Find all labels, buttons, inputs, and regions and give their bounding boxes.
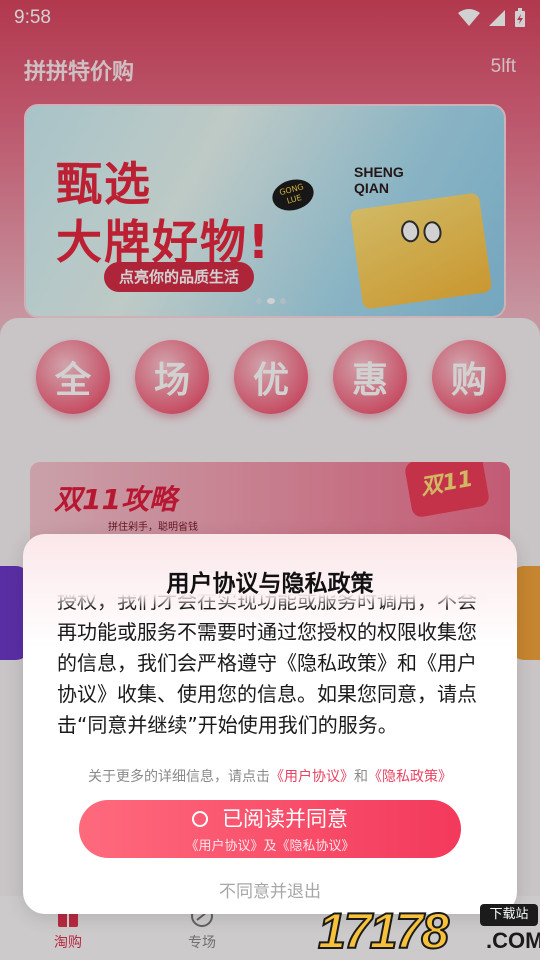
dialog-body-text: 授权，我们才会在实现功能或服务时调用，不会再功能或服务不需要时通过您授权的权限收… bbox=[57, 594, 477, 737]
dialog-title: 用户协议与隐私政策 bbox=[166, 571, 374, 597]
watermark-download: 下载站 bbox=[480, 904, 538, 926]
watermark-domain: .COM bbox=[486, 928, 540, 953]
agree-label: 已阅读并同意 bbox=[222, 807, 348, 831]
more-info-and: 和 bbox=[354, 769, 368, 785]
scroll-fade bbox=[57, 594, 487, 608]
agree-button[interactable]: 已阅读并同意 《用户协议》及《隐私协议》 bbox=[79, 800, 461, 858]
more-info-prefix: 关于更多的详细信息，请点击 bbox=[88, 769, 270, 785]
site-watermark: 17178 下载站 .COM bbox=[317, 898, 540, 960]
privacy-policy-link[interactable]: 《隐私政策》 bbox=[368, 769, 452, 785]
agree-sublabel: 《用户协议》及《隐私协议》 bbox=[185, 839, 355, 854]
radio-circle-icon bbox=[192, 811, 208, 827]
agree-button-main: 已阅读并同意 bbox=[79, 806, 461, 832]
user-agreement-link[interactable]: 《用户协议》 bbox=[270, 769, 354, 785]
privacy-dialog: 用户协议与隐私政策 授权，我们才会在实现功能或服务时调用，不会再功能或服务不需要… bbox=[23, 534, 517, 914]
dialog-body-scroll[interactable]: 授权，我们才会在实现功能或服务时调用，不会再功能或服务不需要时通过您授权的权限收… bbox=[57, 594, 487, 754]
more-info-line: 关于更多的详细信息，请点击《用户协议》和《隐私政策》 bbox=[23, 766, 517, 786]
watermark-number: 17178 bbox=[317, 902, 450, 960]
